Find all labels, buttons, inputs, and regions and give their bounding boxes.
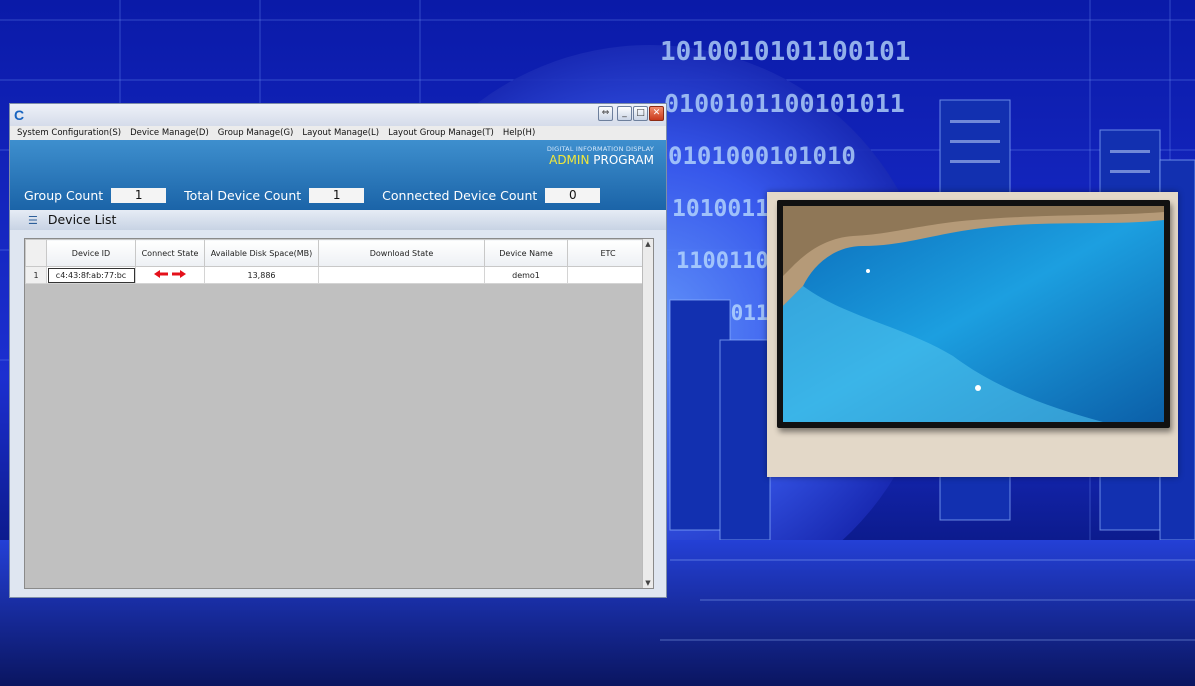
row-number-header: [25, 239, 47, 267]
vertical-scrollbar[interactable]: ▲ ▼: [642, 239, 653, 588]
minimize-button[interactable]: _: [617, 106, 632, 121]
admin-program-window: C ⇔ _ □ ✕ System Configuration(S) Device…: [9, 103, 667, 598]
device-list-header: ☰ Device List: [10, 210, 666, 230]
menu-device-manage[interactable]: Device Manage(D): [130, 126, 209, 140]
menu-layout-manage[interactable]: Layout Manage(L): [302, 126, 379, 140]
brand-program: PROGRAM: [593, 153, 654, 167]
col-download-state[interactable]: Download State: [318, 239, 485, 267]
binary-digits: 0101000101010: [668, 142, 856, 170]
menu-bar: System Configuration(S) Device Manage(D)…: [10, 126, 666, 140]
etc-cell[interactable]: [567, 266, 649, 284]
connected-device-count-value: 0: [545, 188, 601, 203]
disk-space-cell[interactable]: 13,886: [204, 266, 319, 284]
binary-digits: 0100101100101011: [664, 89, 905, 118]
connect-state-cell[interactable]: [135, 266, 205, 284]
connected-arrows-icon: [154, 270, 186, 278]
brand-title: ADMIN PROGRAM: [549, 153, 654, 167]
tv-photo: [767, 192, 1178, 477]
group-count-value: 1: [111, 188, 167, 203]
col-device-id[interactable]: Device ID: [46, 239, 136, 267]
connected-device-count-label: Connected Device Count: [382, 188, 538, 203]
row-number: 1: [25, 266, 47, 284]
list-icon: ☰: [28, 214, 38, 227]
device-table: Device ID Connect State Available Disk S…: [25, 239, 649, 284]
download-state-cell[interactable]: [318, 266, 485, 284]
title-bar[interactable]: C ⇔ _ □ ✕: [10, 104, 666, 126]
scroll-down-icon[interactable]: ▼: [643, 578, 653, 588]
menu-system-configuration[interactable]: System Configuration(S): [17, 126, 121, 140]
total-device-count-value: 1: [309, 188, 365, 203]
col-etc[interactable]: ETC: [567, 239, 649, 267]
app-logo-icon: C: [14, 107, 25, 123]
stats-bar: Group Count 1 Total Device Count 1 Conne…: [24, 188, 618, 203]
group-count-label: Group Count: [24, 188, 104, 203]
device-name-cell[interactable]: demo1: [484, 266, 568, 284]
col-disk-space[interactable]: Available Disk Space(MB): [204, 239, 319, 267]
total-device-count-label: Total Device Count: [184, 188, 302, 203]
device-id-cell[interactable]: c4:43:8f:ab:77:bc: [46, 266, 136, 284]
maximize-button[interactable]: □: [633, 106, 648, 121]
menu-help[interactable]: Help(H): [503, 126, 535, 140]
table-row[interactable]: 1 c4:43:8f:ab:77:bc 13,886 demo1: [25, 266, 649, 284]
sea-image: [783, 206, 1164, 422]
menu-group-manage[interactable]: Group Manage(G): [218, 126, 294, 140]
binary-digits: 1010010101100101: [660, 37, 910, 67]
col-device-name[interactable]: Device Name: [484, 239, 568, 267]
scroll-up-icon[interactable]: ▲: [643, 239, 653, 249]
brand-accent: ADMIN: [549, 153, 590, 167]
tv-screen: [777, 200, 1170, 428]
program-header: DIGITAL INFORMATION DISPLAY ADMIN PROGRA…: [10, 140, 666, 210]
menu-layout-group-manage[interactable]: Layout Group Manage(T): [388, 126, 494, 140]
col-connect-state[interactable]: Connect State: [135, 239, 205, 267]
close-button[interactable]: ✕: [649, 106, 664, 121]
device-list-title: Device List: [47, 212, 117, 227]
restore-icon-button[interactable]: ⇔: [598, 106, 613, 121]
device-table-area: Device ID Connect State Available Disk S…: [24, 238, 654, 589]
brand-subtitle: DIGITAL INFORMATION DISPLAY: [546, 145, 654, 153]
